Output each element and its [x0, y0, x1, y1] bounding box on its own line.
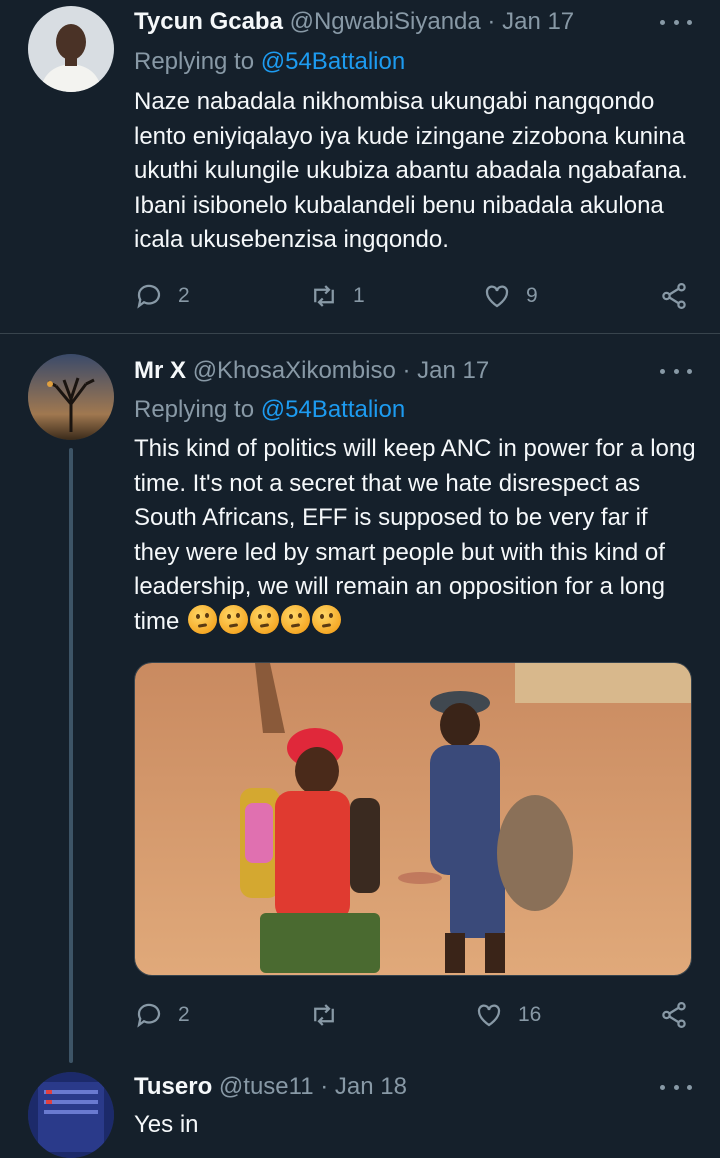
separator: · — [487, 8, 496, 35]
retweet-count: 1 — [353, 284, 365, 307]
handle[interactable]: @KhosaXikombiso — [193, 357, 396, 384]
retweet-icon — [314, 285, 334, 307]
tweet-1[interactable]: Tycun Gcaba @NgwabiSiyanda · Jan 17 Repl… — [0, 0, 720, 333]
separator: · — [402, 357, 411, 384]
thinking-face-icon — [188, 604, 218, 634]
avatar[interactable] — [28, 1072, 114, 1158]
handle[interactable]: @tuse11 — [219, 1073, 314, 1100]
share-icon — [662, 283, 686, 309]
timestamp[interactable]: Jan 17 — [417, 357, 489, 384]
retweet-button[interactable]: 1 — [309, 276, 365, 316]
thinking-face-icon — [281, 604, 311, 634]
replying-to: Replying to @54Battalion — [134, 393, 405, 427]
separator: · — [320, 1073, 329, 1100]
like-count: 9 — [526, 284, 538, 307]
more-icon[interactable] — [660, 354, 692, 388]
reply-button[interactable]: 2 — [134, 276, 190, 316]
tweet-header: Mr X @KhosaXikombiso · Jan 17 — [134, 354, 700, 388]
like-icon — [485, 285, 509, 308]
replying-to-handle[interactable]: @54Battalion — [261, 396, 405, 423]
tweet-actions: 2 1 9 — [134, 276, 694, 316]
avatar[interactable] — [28, 354, 114, 440]
like-button[interactable]: 16 — [474, 995, 541, 1035]
thinking-face-icon — [250, 604, 280, 634]
tweet-header: Tusero @tuse11 · Jan 18 — [134, 1070, 700, 1104]
share-icon — [662, 1002, 686, 1028]
display-name[interactable]: Tycun Gcaba — [134, 8, 283, 35]
thinking-face-icon — [312, 604, 342, 634]
reply-icon — [137, 284, 161, 309]
tweet-text: Yes in — [134, 1111, 199, 1138]
reply-button[interactable]: 2 — [134, 995, 190, 1035]
thinking-face-icon — [219, 604, 249, 634]
more-icon[interactable] — [660, 5, 692, 39]
avatar[interactable] — [28, 6, 114, 92]
timestamp[interactable]: Jan 17 — [502, 8, 574, 35]
like-icon — [477, 1004, 501, 1027]
display-name[interactable]: Tusero — [134, 1073, 212, 1100]
reply-icon — [137, 1003, 161, 1028]
tweet-text-content: This kind of politics will keep ANC in p… — [134, 435, 696, 635]
more-icon[interactable] — [660, 1070, 692, 1104]
reply-count: 2 — [178, 284, 190, 307]
tweet-text: Naze nabadala nikhombisa ukungabi nangqo… — [134, 88, 688, 253]
thread-line — [69, 448, 73, 1063]
share-button[interactable] — [659, 276, 689, 316]
replying-to: Replying to @54Battalion — [134, 45, 405, 79]
tweet-actions: 2 16 — [134, 995, 694, 1035]
tweet-image[interactable] — [134, 662, 692, 976]
timestamp[interactable]: Jan 18 — [335, 1073, 407, 1100]
share-button[interactable] — [659, 995, 689, 1035]
like-count: 16 — [518, 1003, 542, 1026]
tweet-header: Tycun Gcaba @NgwabiSiyanda · Jan 17 — [134, 5, 700, 39]
replying-to-prefix: Replying to — [134, 48, 261, 75]
tweet-text: This kind of politics will keep ANC in p… — [134, 432, 699, 639]
retweet-icon — [314, 1004, 334, 1026]
like-button[interactable]: 9 — [482, 276, 538, 316]
reply-count: 2 — [178, 1003, 190, 1026]
tweet-3[interactable]: Tusero @tuse11 · Jan 18 Yes in — [0, 1060, 720, 1158]
handle[interactable]: @NgwabiSiyanda — [290, 8, 481, 35]
replying-to-handle[interactable]: @54Battalion — [261, 48, 405, 75]
replying-to-prefix: Replying to — [134, 396, 261, 423]
display-name[interactable]: Mr X — [134, 357, 186, 384]
retweet-button[interactable] — [309, 995, 353, 1035]
